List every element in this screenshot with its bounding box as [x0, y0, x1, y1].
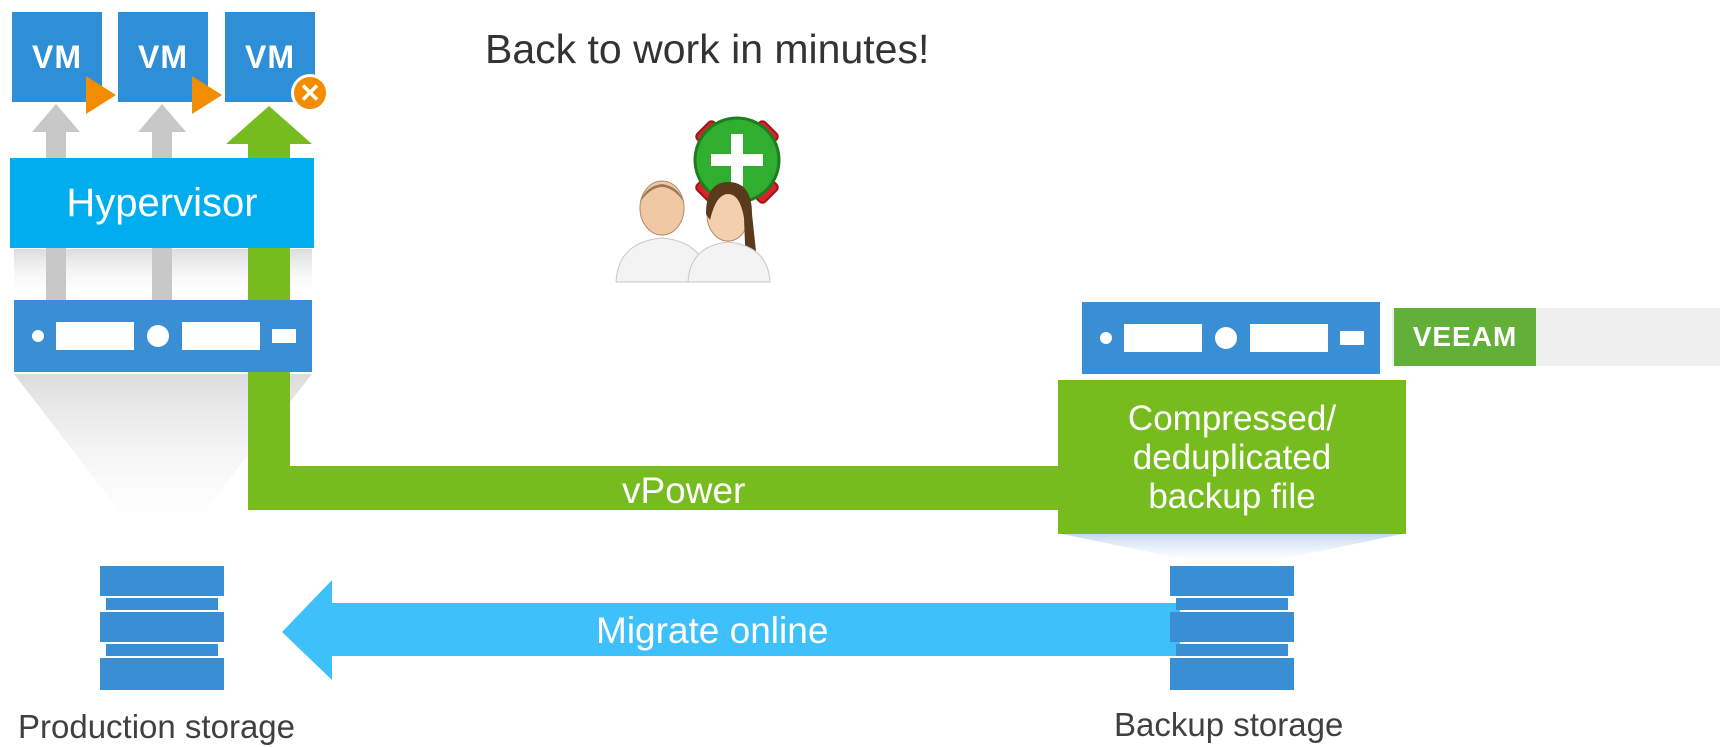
- server-drive-bay: [1124, 324, 1202, 352]
- server-led: [1100, 332, 1112, 344]
- vm-label: VM: [245, 38, 295, 75]
- backup-file-box: Compressed/ deduplicated backup file: [1058, 380, 1406, 534]
- server-port: [1340, 331, 1364, 345]
- veeam-logo: VEEAM: [1394, 308, 1536, 366]
- backup-file-line-3: backup file: [1148, 476, 1316, 516]
- backup-storage-label: Backup storage: [1114, 706, 1344, 743]
- backup-server: [1082, 302, 1380, 374]
- server-drive-bay: [56, 322, 134, 350]
- backup-file-line-2: deduplicated: [1132, 437, 1332, 477]
- logo-text: VEEAM: [1412, 321, 1518, 352]
- production-storage-label: Production storage: [18, 708, 296, 745]
- server-drive-bay: [182, 322, 260, 350]
- backup-file-line-1: Compressed/: [1127, 398, 1337, 438]
- server-led: [147, 325, 169, 347]
- users-add-icon: [615, 116, 781, 283]
- hypervisor-label: Hypervisor: [66, 180, 258, 225]
- page-title: Back to work in minutes!: [485, 26, 930, 72]
- server-drive-bay: [1250, 324, 1328, 352]
- play-icon: [192, 76, 222, 114]
- play-icon: [86, 76, 116, 114]
- server-led: [1215, 327, 1237, 349]
- production-server: [14, 300, 312, 372]
- server-port: [272, 329, 296, 343]
- vpower-label: vPower: [622, 470, 746, 511]
- storage-stack-icon: [1170, 566, 1294, 690]
- vm-label: VM: [138, 38, 188, 75]
- hypervisor-bar: Hypervisor: [10, 158, 314, 248]
- storage-stack-icon: [100, 566, 224, 690]
- server-led: [32, 330, 44, 342]
- migrate-label: Migrate online: [596, 610, 829, 651]
- close-circle-icon: ✕: [291, 74, 329, 112]
- vm-label: VM: [32, 38, 82, 75]
